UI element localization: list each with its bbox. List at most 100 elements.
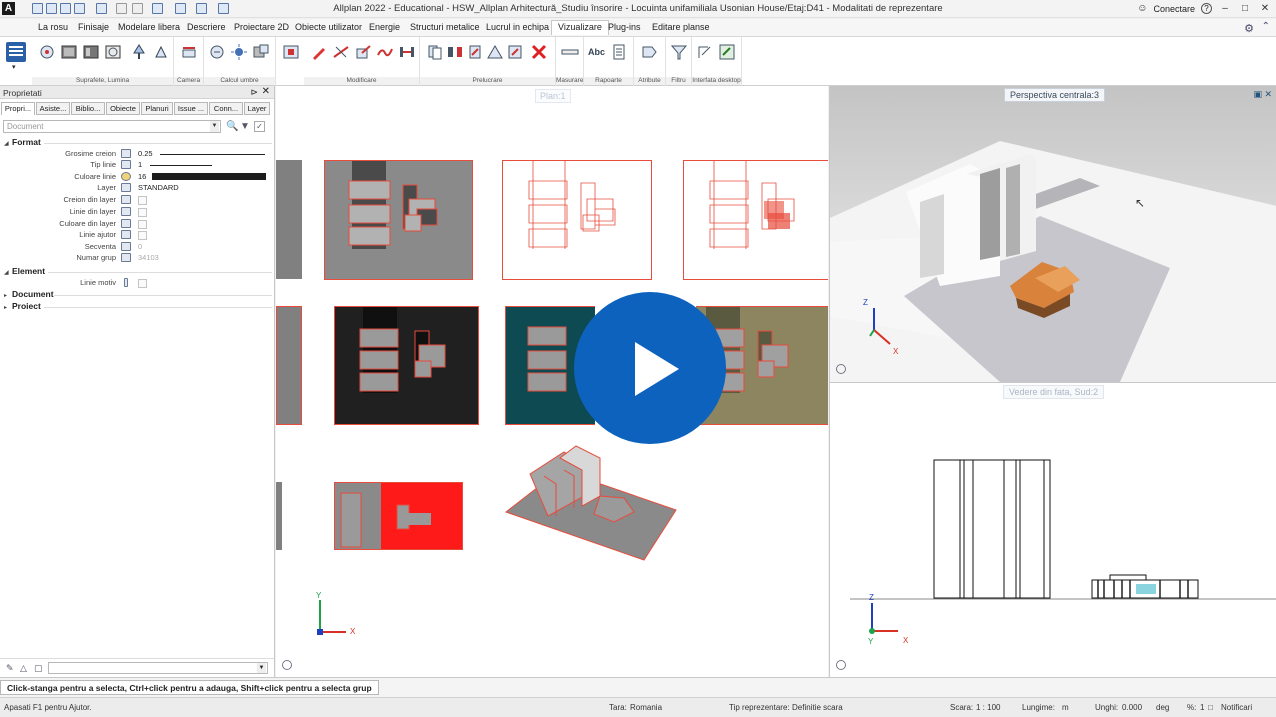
checkbox[interactable] [138,196,147,205]
perspective-viewport[interactable]: Perspectiva centrala:3 ▣ ✕ Z X ↖ [829,86,1276,382]
rotate-icon[interactable] [466,43,484,61]
shadow-calc-icon[interactable] [252,43,270,61]
prop-row-color-from-layer[interactable]: Culoare din layer [0,219,274,230]
tab-structuri-metalice[interactable]: Structuri metalice [410,22,480,32]
chevron-down-icon[interactable]: ▼ [257,663,266,673]
maximize-viewport-icon[interactable]: ▣ ✕ [1253,89,1272,100]
prop-row-helpline[interactable]: Linie ajutor [0,230,274,241]
front-elevation-viewport[interactable]: Vedere din fata, Sud:2 Z X Y [829,382,1276,677]
report-icon[interactable] [610,43,628,61]
tab-lucrul-in-echipa[interactable]: Lucrul in echipa [486,22,549,32]
help-icon[interactable]: ? [1201,3,1212,14]
chevron-up-icon[interactable]: ⌃ [1262,21,1270,32]
tab-finisaje[interactable]: Finisaje [78,22,109,32]
checkbox[interactable] [138,231,147,240]
prop-row-color[interactable]: Culoare linie 16 [0,172,274,183]
palette-tab-plans[interactable]: Planuri [141,102,173,115]
palette-tab-connect[interactable]: Conn... [209,102,243,115]
section-document[interactable]: ▸ Document [4,289,54,299]
palette-tab-library[interactable]: Biblio... [71,102,105,115]
section-element[interactable]: ◢ Element [4,266,45,276]
sun-study-icon[interactable] [282,43,300,61]
section-format[interactable]: ◢ Format [4,137,41,147]
prop-row-pattern-line[interactable]: Linie motiv [0,278,274,289]
render-icon[interactable] [60,43,78,61]
angle-value[interactable]: 0.000 [1122,703,1142,712]
percent-value[interactable]: 1 [1200,703,1204,712]
scale-icon[interactable] [486,43,504,61]
connect-link[interactable]: Conectare [1153,4,1195,14]
notifications-label[interactable]: Notificari [1221,703,1252,712]
camera-path-icon[interactable] [208,43,226,61]
close-icon[interactable]: ✕ [262,86,270,97]
tab-editare-planse[interactable]: Editare planse [652,22,710,32]
pin-icon[interactable]: ⊳ [250,87,258,98]
edit-icon[interactable] [310,43,328,61]
prop-row-sequence[interactable]: Secventa 0 [0,242,274,253]
light-icon[interactable] [130,43,148,61]
video-play-button[interactable] [574,292,726,444]
check-icon[interactable]: ✓ [254,121,265,132]
tab-obiecte-utilizator[interactable]: Obiecte utilizator [295,22,362,32]
scale-value[interactable]: 1 : 100 [976,703,1000,712]
representation-value[interactable]: Definitie scara [792,703,843,712]
prop-row-line-from-layer[interactable]: Linie din layer [0,207,274,218]
gear-icon[interactable]: ⚙ [1244,22,1254,35]
chevron-down-icon[interactable]: ▼ [210,121,219,132]
zoom-icon[interactable]: 🔍 [226,121,238,132]
dimension-icon[interactable] [561,43,579,61]
viewport-settings-icon[interactable] [836,364,846,374]
checkbox[interactable] [138,208,147,217]
pipette-icon[interactable]: ✎ [6,663,14,674]
country-value[interactable]: Romania [630,703,662,712]
delete-icon[interactable] [530,43,548,61]
checkbox[interactable] [138,220,147,229]
sun-icon[interactable] [230,43,248,61]
text-icon[interactable]: Abc [588,43,606,61]
properties-icon[interactable] [4,40,28,64]
bell-icon[interactable]: □ [1208,703,1213,712]
close-button[interactable]: ✕ [1258,2,1272,15]
palette-tab-objects[interactable]: Obiecte [106,102,140,115]
palette-tab-layer[interactable]: Layer [244,102,270,115]
user-icon[interactable]: ☺ [1137,3,1147,14]
prop-row-group-number[interactable]: Numar grup 34103 [0,253,274,264]
prop-row-pen-from-layer[interactable]: Creion din layer [0,195,274,206]
viewport-settings-icon[interactable] [282,660,292,670]
move-icon[interactable] [354,43,372,61]
maximize-button[interactable]: □ [1238,2,1252,15]
tab-vizualizare[interactable]: Vizualizare [551,20,609,35]
attribute-icon[interactable] [640,43,658,61]
palette-bottom-input[interactable]: ▼ [48,662,268,674]
viewport-settings-icon[interactable] [836,660,846,670]
mirror-icon[interactable] [446,43,464,61]
plan-viewport[interactable]: Plan:1 Y X [276,86,828,677]
palette-tab-issues[interactable]: Issue ... [174,102,208,115]
stretch-icon[interactable] [376,43,394,61]
chevron-down-icon[interactable]: ▾ [12,63,16,71]
tab-descriere[interactable]: Descriere [187,22,226,32]
filter-icon[interactable]: ▼ [240,121,250,132]
texture-icon[interactable] [104,43,122,61]
object-selector[interactable]: Document ▼ [3,120,221,133]
prop-row-pen[interactable]: Grosime creion 0.25 [0,149,274,160]
palette-tab-properties[interactable]: Propri... [1,102,35,115]
surface-icon[interactable] [38,43,56,61]
tab-modelare-libera[interactable]: Modelare libera [118,22,180,32]
minimize-button[interactable]: – [1218,2,1232,15]
checkbox[interactable] [138,279,147,288]
split-icon[interactable] [398,43,416,61]
transfer-icon[interactable]: ▢ [34,663,43,674]
prop-row-layer[interactable]: Layer STANDARD [0,183,274,194]
desktop-icon[interactable] [696,43,714,61]
palette-tab-assistant[interactable]: Asiste... [36,102,70,115]
material-icon[interactable] [82,43,100,61]
tab-proiectare-2d[interactable]: Proiectare 2D [234,22,289,32]
copy-icon[interactable] [426,43,444,61]
camera-icon[interactable] [180,43,198,61]
trim-icon[interactable] [332,43,350,61]
tab-plug-ins[interactable]: Plug-ins [608,22,641,32]
section-project[interactable]: ▸ Proiect [4,301,41,311]
prop-row-linetype[interactable]: Tip linie 1 [0,160,274,171]
filter-icon[interactable] [670,43,688,61]
